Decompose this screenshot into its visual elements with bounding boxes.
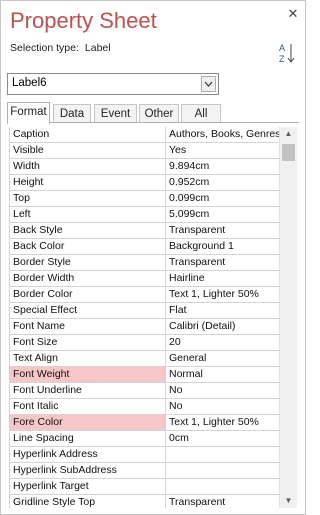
property-name: Border Color [10, 287, 166, 302]
property-row[interactable]: Back Style Transparent [10, 223, 279, 239]
scroll-thumb[interactable] [282, 144, 295, 161]
property-row[interactable]: Font Weight Normal [10, 367, 279, 383]
property-row[interactable]: Font Underline No [10, 383, 279, 399]
property-name: Font Weight [10, 367, 166, 382]
property-row[interactable]: Border Color Text 1, Lighter 50% [10, 287, 279, 303]
property-sheet-pane: Property Sheet ✕ Selection type: Label A … [0, 0, 306, 515]
property-row[interactable]: Caption Authors, Books, Genres [10, 127, 279, 143]
tab-strip: Format Data Event Other All [7, 102, 297, 124]
property-name: Special Effect [10, 303, 166, 318]
pane-title: Property Sheet [10, 8, 157, 33]
dropdown-button[interactable] [201, 76, 216, 92]
property-row[interactable]: Gridline Style Top Transparent [10, 495, 279, 508]
tab-all[interactable]: All [181, 104, 221, 123]
property-value[interactable]: Hairline [166, 271, 279, 286]
property-value[interactable] [166, 447, 279, 462]
property-value[interactable]: 0.952cm [166, 175, 279, 190]
svg-text:Z: Z [279, 54, 285, 64]
svg-text:A: A [279, 43, 285, 53]
property-value[interactable]: Background 1 [166, 239, 279, 254]
property-row[interactable]: Back Color Background 1 [10, 239, 279, 255]
property-name: Hyperlink SubAddress [10, 463, 166, 478]
object-selector-value: Label6 [12, 77, 47, 89]
scroll-up-icon[interactable]: ▲ [280, 127, 297, 141]
property-name: Line Spacing [10, 431, 166, 446]
property-name: Border Style [10, 255, 166, 270]
property-name: Fore Color [10, 415, 166, 430]
property-row[interactable]: Height 0.952cm [10, 175, 279, 191]
property-name: Hyperlink Address [10, 447, 166, 462]
property-row[interactable]: Font Size 20 [10, 335, 279, 351]
property-name: Text Align [10, 351, 166, 366]
property-name: Visible [10, 143, 166, 158]
property-value[interactable]: No [166, 383, 279, 398]
property-row[interactable]: Border Style Transparent [10, 255, 279, 271]
property-name: Back Color [10, 239, 166, 254]
property-name: Left [10, 207, 166, 222]
property-name: Gridline Style Top [10, 495, 166, 508]
property-value[interactable]: Transparent [166, 223, 279, 238]
vertical-scrollbar[interactable]: ▲ ▼ [279, 127, 297, 508]
property-value[interactable]: Authors, Books, Genres [166, 127, 279, 142]
property-row[interactable]: Border Width Hairline [10, 271, 279, 287]
property-name: Font Name [10, 319, 166, 334]
property-row[interactable]: Text Align General [10, 351, 279, 367]
chevron-down-icon [204, 81, 213, 87]
property-value[interactable]: Normal [166, 367, 279, 382]
property-row[interactable]: Font Name Calibri (Detail) [10, 319, 279, 335]
property-name: Border Width [10, 271, 166, 286]
tab-other[interactable]: Other [139, 104, 179, 123]
property-value[interactable] [166, 479, 279, 494]
property-row[interactable]: Line Spacing 0cm [10, 431, 279, 447]
sort-az-icon[interactable]: A Z [277, 41, 297, 65]
property-value[interactable]: 0.099cm [166, 191, 279, 206]
property-value[interactable]: Flat [166, 303, 279, 318]
property-value[interactable]: 9.894cm [166, 159, 279, 174]
property-value[interactable]: 0cm [166, 431, 279, 446]
property-row[interactable]: Hyperlink Target [10, 479, 279, 495]
selection-type-label: Selection type: [10, 42, 79, 54]
property-value[interactable]: Calibri (Detail) [166, 319, 279, 334]
property-row[interactable]: Width 9.894cm [10, 159, 279, 175]
property-name: Height [10, 175, 166, 190]
tab-event[interactable]: Event [94, 104, 137, 123]
property-name: Top [10, 191, 166, 206]
property-row[interactable]: Visible Yes [10, 143, 279, 159]
property-value[interactable]: No [166, 399, 279, 414]
property-name: Width [10, 159, 166, 174]
property-name: Caption [10, 127, 166, 142]
property-grid: Caption Authors, Books, Genres Visible Yes W… [9, 127, 279, 508]
property-value[interactable] [166, 463, 279, 478]
property-row[interactable]: Font Italic No [10, 399, 279, 415]
property-value[interactable]: Text 1, Lighter 50% [166, 287, 279, 302]
selection-type: Selection type: Label [10, 42, 111, 54]
property-value[interactable]: Transparent [166, 255, 279, 270]
property-name: Font Underline [10, 383, 166, 398]
property-row[interactable]: Hyperlink SubAddress [10, 463, 279, 479]
property-row[interactable]: Fore Color Text 1, Lighter 50% [10, 415, 279, 431]
property-value[interactable]: 5.099cm [166, 207, 279, 222]
property-name: Font Size [10, 335, 166, 350]
property-value[interactable]: Yes [166, 143, 279, 158]
property-value[interactable]: General [166, 351, 279, 366]
property-name: Back Style [10, 223, 166, 238]
scroll-down-icon[interactable]: ▼ [280, 494, 297, 508]
object-selector[interactable]: Label6 [7, 73, 219, 95]
property-value[interactable]: Transparent [166, 495, 279, 508]
property-value[interactable]: 20 [166, 335, 279, 350]
property-name: Hyperlink Target [10, 479, 166, 494]
property-row[interactable]: Top 0.099cm [10, 191, 279, 207]
property-value[interactable]: Text 1, Lighter 50% [166, 415, 279, 430]
tab-format[interactable]: Format [7, 102, 50, 124]
selection-type-value: Label [84, 42, 111, 54]
close-icon[interactable]: ✕ [286, 7, 300, 21]
tab-underline [7, 122, 299, 123]
property-row[interactable]: Special Effect Flat [10, 303, 279, 319]
property-row[interactable]: Left 5.099cm [10, 207, 279, 223]
property-row[interactable]: Hyperlink Address [10, 447, 279, 463]
tab-data[interactable]: Data [53, 104, 91, 123]
property-name: Font Italic [10, 399, 166, 414]
